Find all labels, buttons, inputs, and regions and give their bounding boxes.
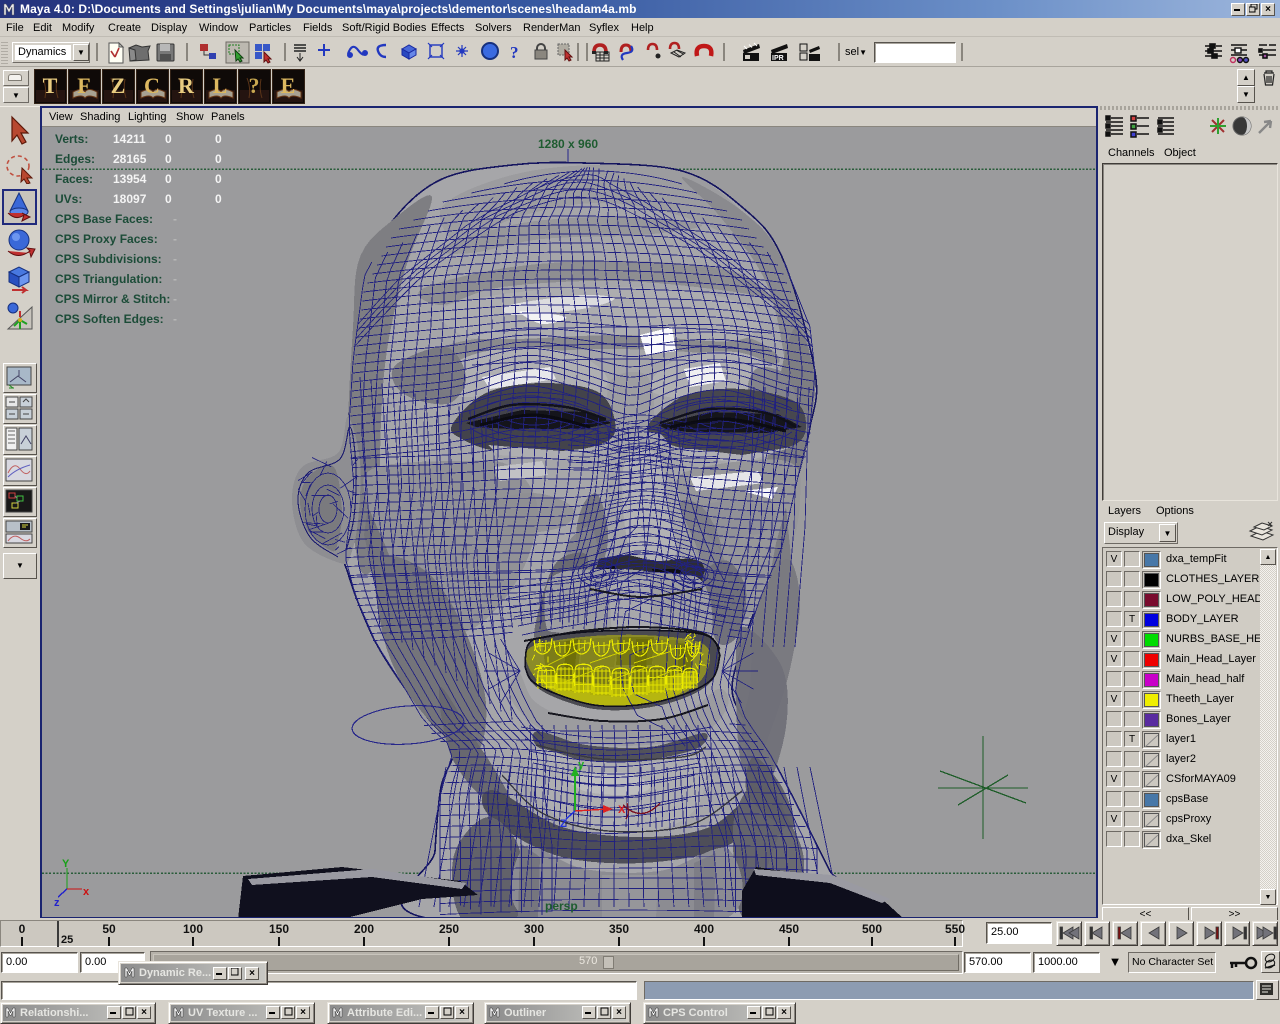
svg-text:Y: Y [62,858,70,870]
svg-text:C: C [144,73,160,98]
svg-text:persp: persp [545,899,578,913]
svg-text:Z: Z [111,73,126,98]
svg-text:x: x [83,886,90,898]
svg-text:1280 x 960: 1280 x 960 [538,137,598,151]
svg-text:F: F [77,73,90,98]
svg-text:L: L [213,73,228,98]
svg-text:y: y [578,759,585,771]
svg-text:z: z [54,897,60,909]
svg-text:R: R [178,73,195,98]
svg-text:T: T [43,73,58,98]
svg-text:?: ? [510,43,519,62]
svg-text:?: ? [249,73,260,98]
svg-text:E: E [281,73,296,98]
svg-text:Z: Z [560,818,567,830]
svg-text:IPR: IPR [772,55,784,62]
